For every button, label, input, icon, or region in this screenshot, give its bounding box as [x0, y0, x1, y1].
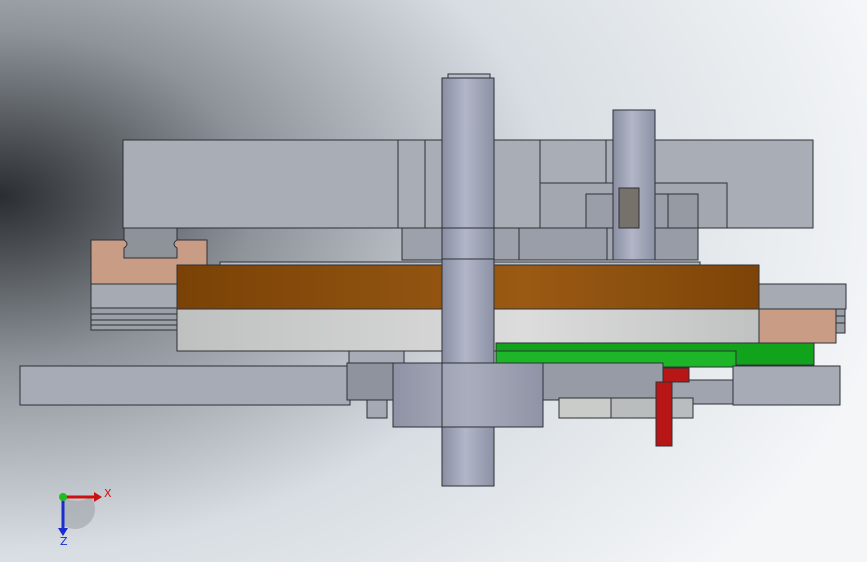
light-block [610, 397, 694, 419]
right-end-plate [732, 365, 841, 406]
cad-viewport[interactable]: X Z [0, 0, 867, 562]
y-axis-origin [59, 493, 67, 501]
shaft-bushing [618, 187, 640, 229]
right-rail-end [835, 308, 846, 334]
shaft-cap [447, 73, 491, 79]
lower-housing-plate [518, 227, 608, 261]
lower-spacer [366, 399, 388, 419]
red-pin [655, 381, 673, 447]
base-block [346, 362, 398, 401]
assembly-drawing: X Z [0, 0, 867, 562]
copper-guide-block-right [757, 308, 837, 344]
light-block [558, 397, 612, 419]
x-axis-label: X [104, 487, 112, 500]
shaft-hub [392, 362, 544, 428]
lower-housing-plate [652, 227, 699, 261]
right-rail [757, 283, 847, 310]
dovetail-slider [123, 227, 178, 259]
red-pin-head [662, 367, 690, 383]
base-plate [19, 365, 351, 406]
right-base-block [542, 362, 664, 401]
secondary-shaft [612, 109, 656, 261]
z-axis-label: Z [60, 535, 68, 548]
